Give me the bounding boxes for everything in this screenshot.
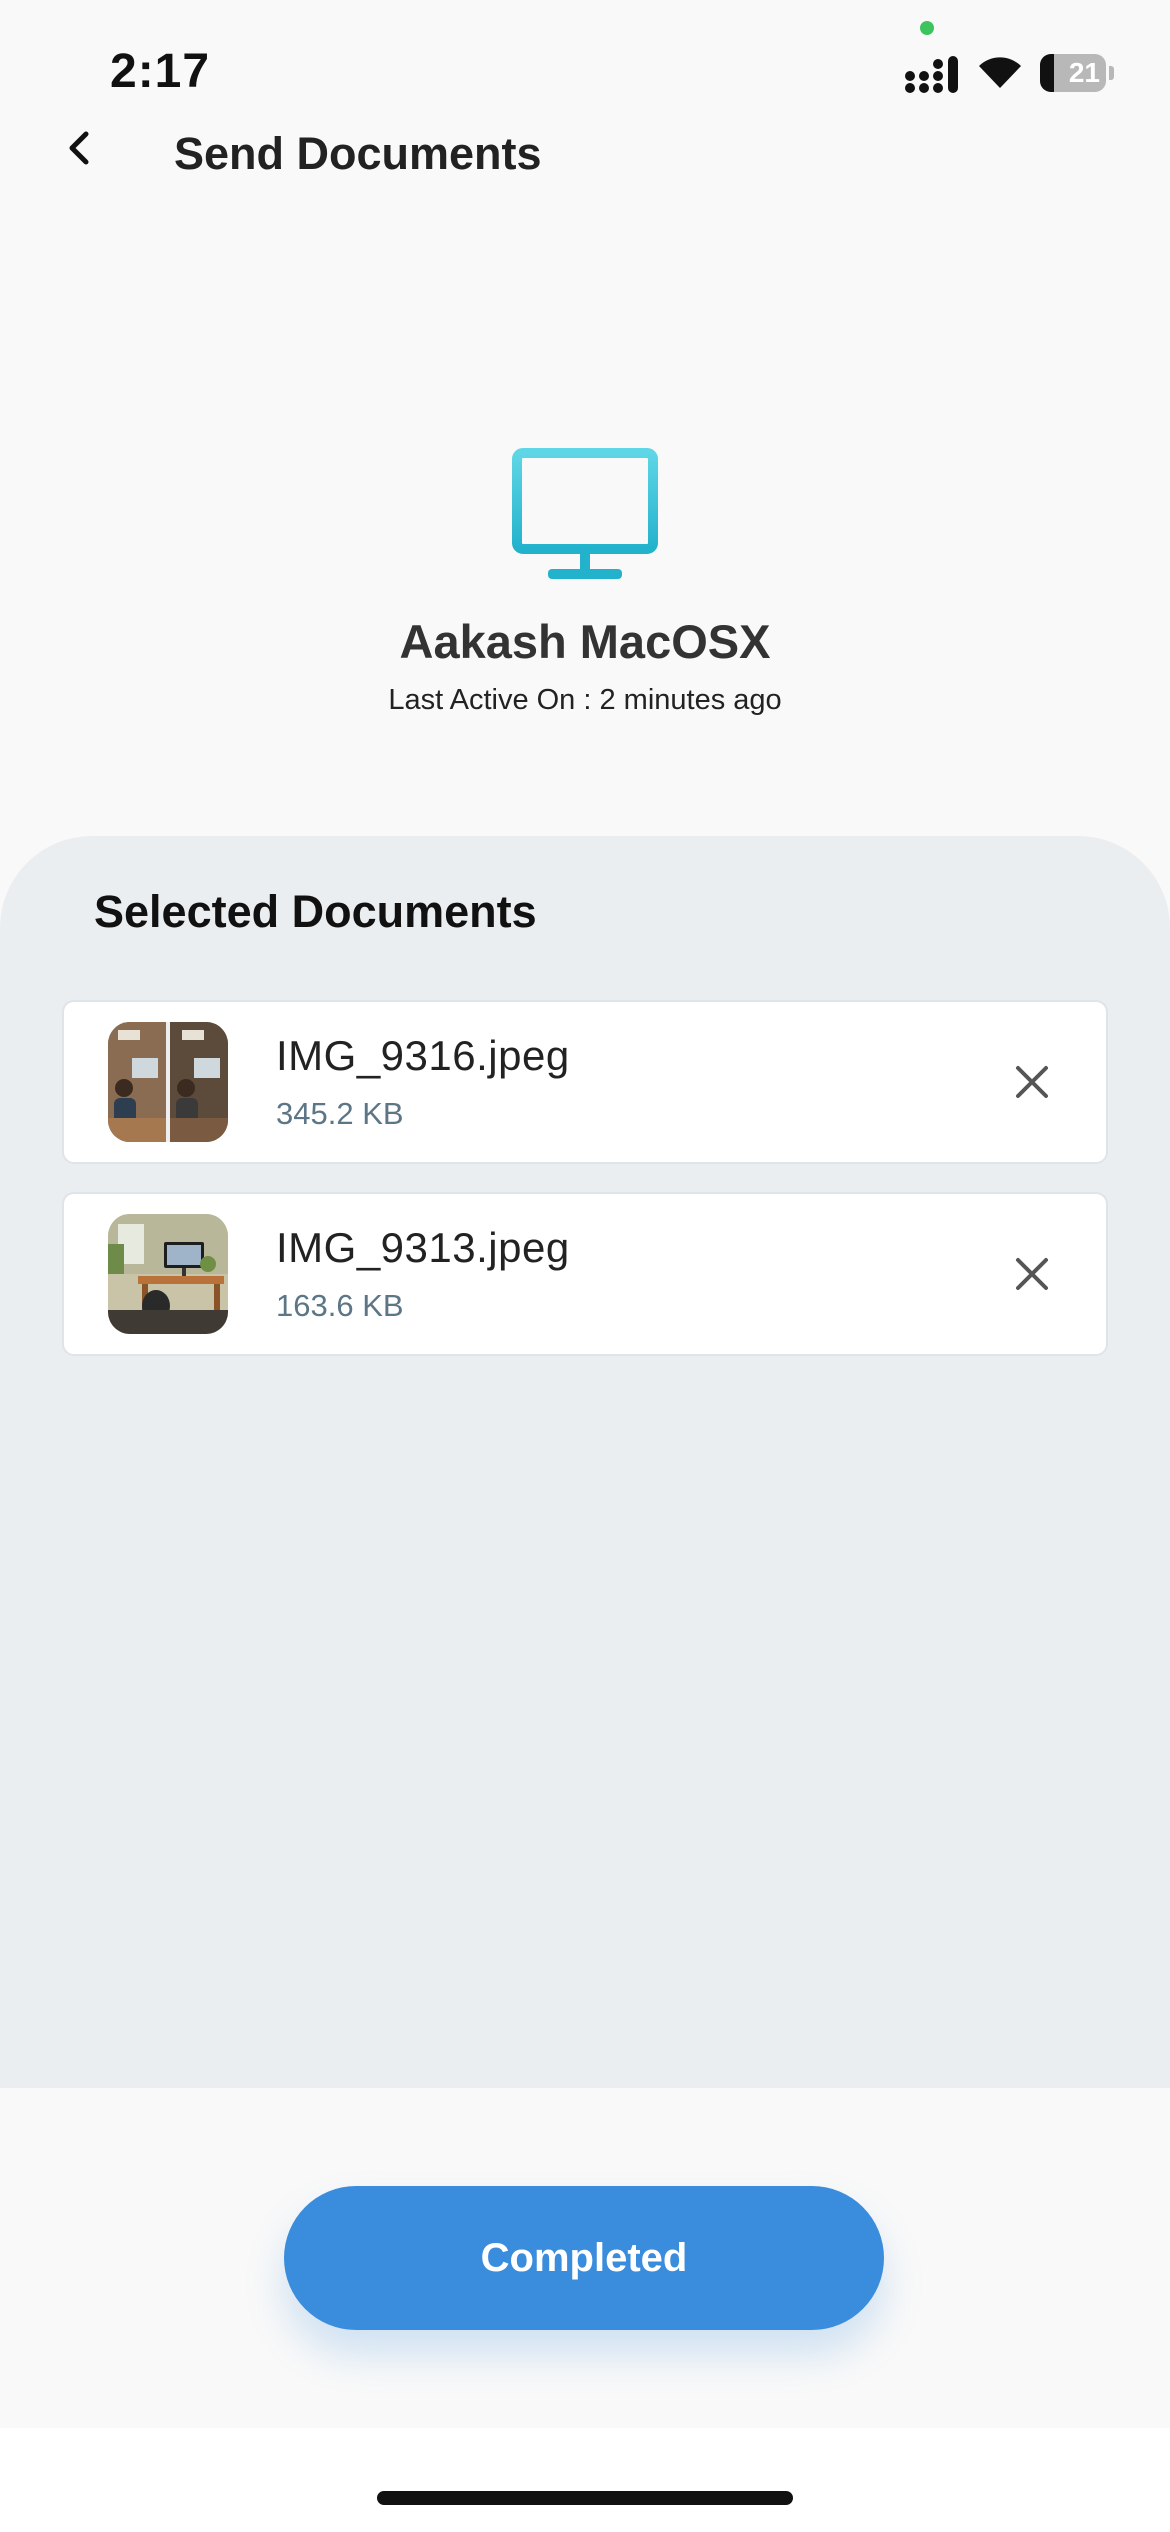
monitor-icon — [512, 448, 658, 579]
home-indicator[interactable] — [377, 2491, 793, 2505]
send-documents-screen: 2:17 21 Send Documents Aakash MacOSX Las… — [0, 0, 1170, 2532]
document-item[interactable]: IMG_9316.jpeg 345.2 KB — [62, 1000, 1108, 1164]
bottom-safe-area — [0, 2428, 1170, 2532]
document-item[interactable]: IMG_9313.jpeg 163.6 KB — [62, 1192, 1108, 1356]
wifi-icon — [979, 57, 1021, 88]
chevron-left-icon — [69, 131, 89, 165]
completed-button[interactable]: Completed — [284, 2186, 884, 2330]
device-name: Aakash MacOSX — [399, 615, 771, 668]
document-thumbnail — [108, 1022, 228, 1142]
close-icon — [1016, 1258, 1048, 1290]
document-name: IMG_9313.jpeg — [276, 1224, 570, 1271]
page-title: Send Documents — [174, 128, 542, 179]
back-button[interactable] — [50, 118, 110, 178]
document-size: 163.6 KB — [276, 1288, 404, 1323]
status-time: 2:17 — [110, 45, 211, 98]
remove-document-button[interactable] — [1008, 1250, 1056, 1298]
camera-indicator-dot — [920, 21, 934, 35]
selected-documents-title: Selected Documents — [94, 886, 537, 937]
document-size: 345.2 KB — [276, 1096, 404, 1131]
device-last-active: Last Active On : 2 minutes ago — [388, 684, 782, 716]
document-thumbnail — [108, 1214, 228, 1334]
battery-icon: 21 — [1040, 54, 1114, 92]
battery-level-text: 21 — [1068, 57, 1100, 88]
status-bar: 2:17 21 — [0, 0, 1170, 120]
remove-document-button[interactable] — [1008, 1058, 1056, 1106]
cellular-signal-icon — [905, 56, 958, 93]
close-icon — [1016, 1066, 1048, 1098]
selected-documents-panel: Selected Documents IMG_9316.jpeg 345.2 K… — [0, 836, 1170, 2088]
document-name: IMG_9316.jpeg — [276, 1032, 570, 1079]
